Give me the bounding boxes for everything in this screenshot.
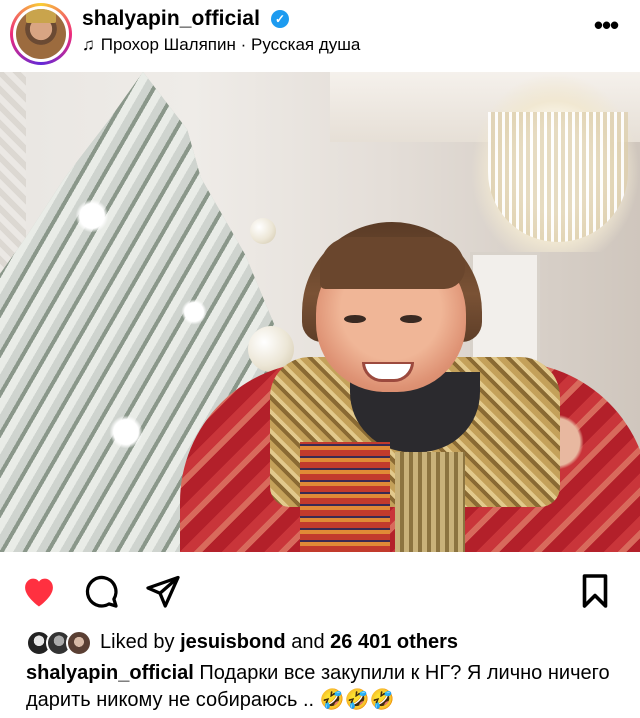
more-options-icon[interactable]: ••• [591,12,621,41]
share-icon[interactable] [144,572,182,610]
post-header: shalyapin_official ✓ ♫ Прохор Шаляпин · Р… [0,0,640,72]
person-fringe [320,237,465,289]
liker-username[interactable]: jesuisbond [180,631,286,653]
likes-count[interactable]: 26 401 others [330,631,458,653]
post-media[interactable] [0,72,640,552]
caption-username[interactable]: shalyapin_official [26,662,194,684]
right-eye [400,315,422,323]
bookmark-icon[interactable] [576,572,614,610]
gold-embroidery [395,452,465,552]
music-text: Прохор Шаляпин · Русская душа [100,35,361,54]
music-note-icon: ♫ [82,35,95,54]
comment-icon[interactable] [82,572,120,610]
left-eye [344,315,366,323]
tree-ornament [250,218,276,244]
music-attribution[interactable]: ♫ Прохор Шаляпин · Русская душа [82,35,360,55]
verified-badge-icon: ✓ [271,10,289,28]
liker-avatars [26,630,96,656]
story-ring[interactable] [10,3,72,65]
likes-summary[interactable]: Liked by jesuisbond and 26 401 others [26,626,626,660]
liker-avatar [66,630,92,656]
likes-middle: and [291,631,325,653]
post-caption: shalyapin_official Подарки все закупили … [26,660,626,714]
likes-text: Liked by jesuisbond and 26 401 others [100,631,458,654]
avatar-frame [13,6,69,62]
avatar[interactable] [16,9,66,59]
embroidered-shirt [300,442,390,552]
post-username[interactable]: shalyapin_official [82,7,260,31]
likes-prefix: Liked by [100,631,175,653]
action-bar [0,552,640,628]
heart-icon[interactable] [20,572,58,610]
avatar-hat [26,9,56,23]
